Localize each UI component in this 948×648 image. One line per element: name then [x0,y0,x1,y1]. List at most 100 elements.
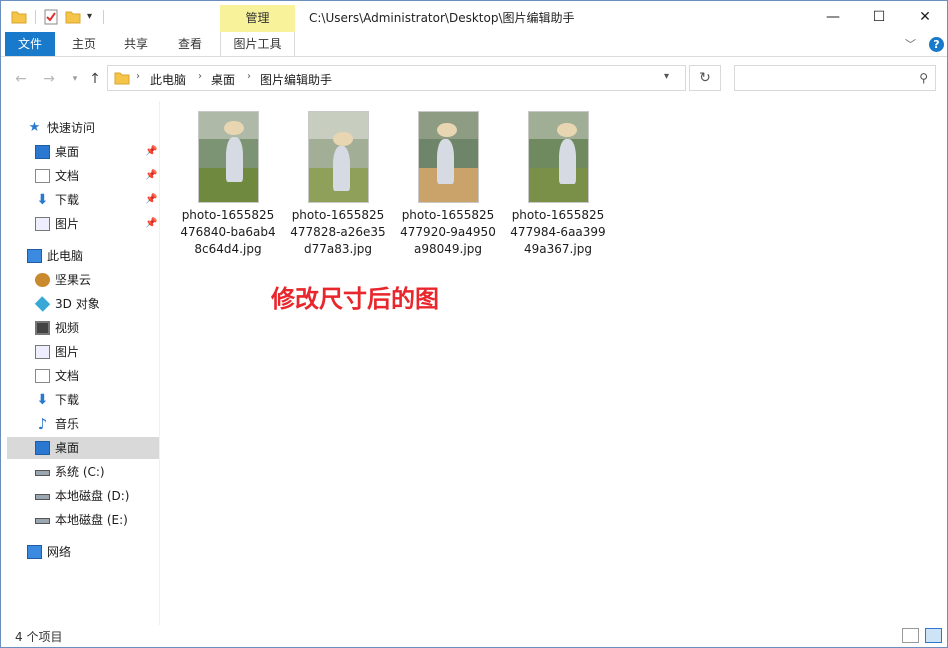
navigation-pane: ★ 快速访问 桌面 📌 文档 📌 ⬇ 下载 📌 图片 📌 此电脑 坚果云 3D … [7,111,159,621]
sidebar-item-network[interactable]: 网络 [7,541,159,563]
sidebar-item-label: 文档 [55,169,80,183]
file-name-line: d77a83.jpg [304,242,372,256]
sidebar-item-pictures[interactable]: 图片 [7,341,159,363]
customize-toolbar-chevron-icon[interactable]: ▾ [87,9,103,25]
breadcrumb-desktop[interactable]: 桌面 [211,71,235,88]
file-name-line: photo-1655825 [291,208,385,222]
sidebar-item-downloads-pinned[interactable]: ⬇ 下载 📌 [7,189,159,211]
sidebar-item-drive-d[interactable]: 本地磁盘 (D:) [7,485,159,507]
file-name-line: photo-1655825 [401,208,495,222]
tab-picture-tools[interactable]: 图片工具 [220,32,295,56]
address-history-chevron-icon[interactable]: ▾ [664,71,669,82]
video-icon [35,321,50,335]
up-arrow-icon[interactable]: ↑ [85,69,105,89]
details-view-icon[interactable] [902,628,919,643]
sidebar-item-label: 音乐 [55,417,80,431]
desktop-icon [35,145,50,159]
pin-icon[interactable]: 📌 [145,189,157,211]
breadcrumb-current-folder[interactable]: 图片编辑助手 [260,71,332,88]
manage-context-tab[interactable]: 管理 [220,5,295,32]
help-icon[interactable]: ? [929,37,944,52]
navigation-bar: ← → ▾ ↑ › 此电脑 › 桌面 › 图片编辑助手 ▾ ↻ ⚲ [1,58,947,100]
download-icon: ⬇ [36,192,49,208]
sidebar-item-label: 本地磁盘 (E:) [55,513,128,527]
document-icon [35,369,50,383]
folder-icon[interactable] [11,9,27,25]
sidebar-item-3d-objects[interactable]: 3D 对象 [7,293,159,315]
file-item[interactable]: photo-1655825 477984-6aa399 49a367.jpg [506,109,610,259]
sidebar-item-label: 3D 对象 [55,297,100,311]
sidebar-item-pictures-pinned[interactable]: 图片 📌 [7,213,159,235]
sidebar-item-quick-access[interactable]: ★ 快速访问 [7,117,159,139]
sidebar-item-label: 文档 [55,369,80,383]
sidebar-item-nutstore[interactable]: 坚果云 [7,269,159,291]
toolbar-divider [35,10,36,24]
back-arrow-icon[interactable]: ← [11,69,31,89]
title-bar: ▾ 管理 C:\Users\Administrator\Desktop\图片编辑… [1,1,947,32]
breadcrumb-chevron-icon[interactable]: › [198,71,202,82]
nutstore-icon [35,273,50,287]
sidebar-item-drive-c[interactable]: 系统 (C:) [7,461,159,483]
expand-ribbon-chevron-icon[interactable]: ﹀ [905,36,916,52]
tab-view[interactable]: 查看 [167,32,213,56]
new-folder-icon[interactable] [65,9,81,25]
sidebar-item-label: 坚果云 [55,273,92,287]
sidebar-item-videos[interactable]: 视频 [7,317,159,339]
pane-divider[interactable] [159,101,160,625]
sidebar-item-downloads[interactable]: ⬇ 下载 [7,389,159,411]
file-item[interactable]: photo-1655825 476840-ba6ab4 8c64d4.jpg [176,109,280,259]
large-icons-view-icon[interactable] [925,628,942,643]
breadcrumb-chevron-icon[interactable]: › [247,71,251,82]
thumbnail-figure [332,146,351,192]
tab-share[interactable]: 共享 [113,32,159,56]
file-item[interactable]: photo-1655825 477920-9a4950 a98049.jpg [396,109,500,259]
sidebar-item-label: 网络 [47,545,72,559]
image-thumbnail [198,111,259,203]
sidebar-item-label: 系统 (C:) [55,465,105,479]
properties-icon[interactable] [43,9,59,25]
breadcrumb-this-pc[interactable]: 此电脑 [150,71,186,88]
tab-home[interactable]: 主页 [61,32,107,56]
maximize-button[interactable]: ☐ [857,5,901,29]
sidebar-item-drive-e[interactable]: 本地磁盘 (E:) [7,509,159,531]
refresh-icon: ↻ [699,70,711,86]
image-thumbnail [418,111,479,203]
network-icon [27,545,42,559]
file-name-line: 477920-9a4950 [400,225,496,239]
tab-file[interactable]: 文件 [5,32,55,56]
breadcrumb-chevron-icon[interactable]: › [136,71,140,82]
sidebar-item-music[interactable]: ♪ 音乐 [7,413,159,435]
minimize-button[interactable]: — [811,5,855,29]
sidebar-item-documents[interactable]: 文档 [7,365,159,387]
sidebar-item-label: 下载 [55,193,80,207]
sidebar-item-label: 快速访问 [47,121,96,135]
desktop-icon [35,441,50,455]
ribbon-tab-bar: 文件 主页 共享 查看 图片工具 ﹀ ? [1,32,947,57]
music-icon: ♪ [37,415,48,433]
file-name-line: 49a367.jpg [524,242,592,256]
address-bar[interactable]: › 此电脑 › 桌面 › 图片编辑助手 ▾ [107,65,686,91]
recent-locations-chevron-icon[interactable]: ▾ [65,69,85,89]
search-input[interactable]: ⚲ [734,65,936,91]
file-name: photo-1655825 477920-9a4950 a98049.jpg [396,207,500,258]
pin-icon[interactable]: 📌 [145,141,157,163]
pin-icon[interactable]: 📌 [145,213,157,235]
document-icon [35,169,50,183]
sidebar-item-label: 视频 [55,321,80,335]
pin-icon[interactable]: 📌 [145,165,157,187]
file-name-line: 476840-ba6ab4 [180,225,276,239]
download-icon: ⬇ [36,392,49,408]
drive-icon [35,494,50,500]
file-item[interactable]: photo-1655825 477828-a26e35 d77a83.jpg [286,109,390,259]
close-button[interactable]: ✕ [903,5,947,29]
file-name-line: 8c64d4.jpg [194,242,262,256]
sidebar-item-documents-pinned[interactable]: 文档 📌 [7,165,159,187]
refresh-button[interactable]: ↻ [689,65,721,91]
sidebar-item-this-pc[interactable]: 此电脑 [7,245,159,267]
sidebar-item-desktop-pinned[interactable]: 桌面 📌 [7,141,159,163]
sidebar-item-desktop[interactable]: 桌面 [7,437,159,459]
forward-arrow-icon[interactable]: → [39,69,59,89]
file-name: photo-1655825 477828-a26e35 d77a83.jpg [286,207,390,258]
thumbnail-hat [436,122,457,138]
sidebar-item-label: 本地磁盘 (D:) [55,489,130,503]
